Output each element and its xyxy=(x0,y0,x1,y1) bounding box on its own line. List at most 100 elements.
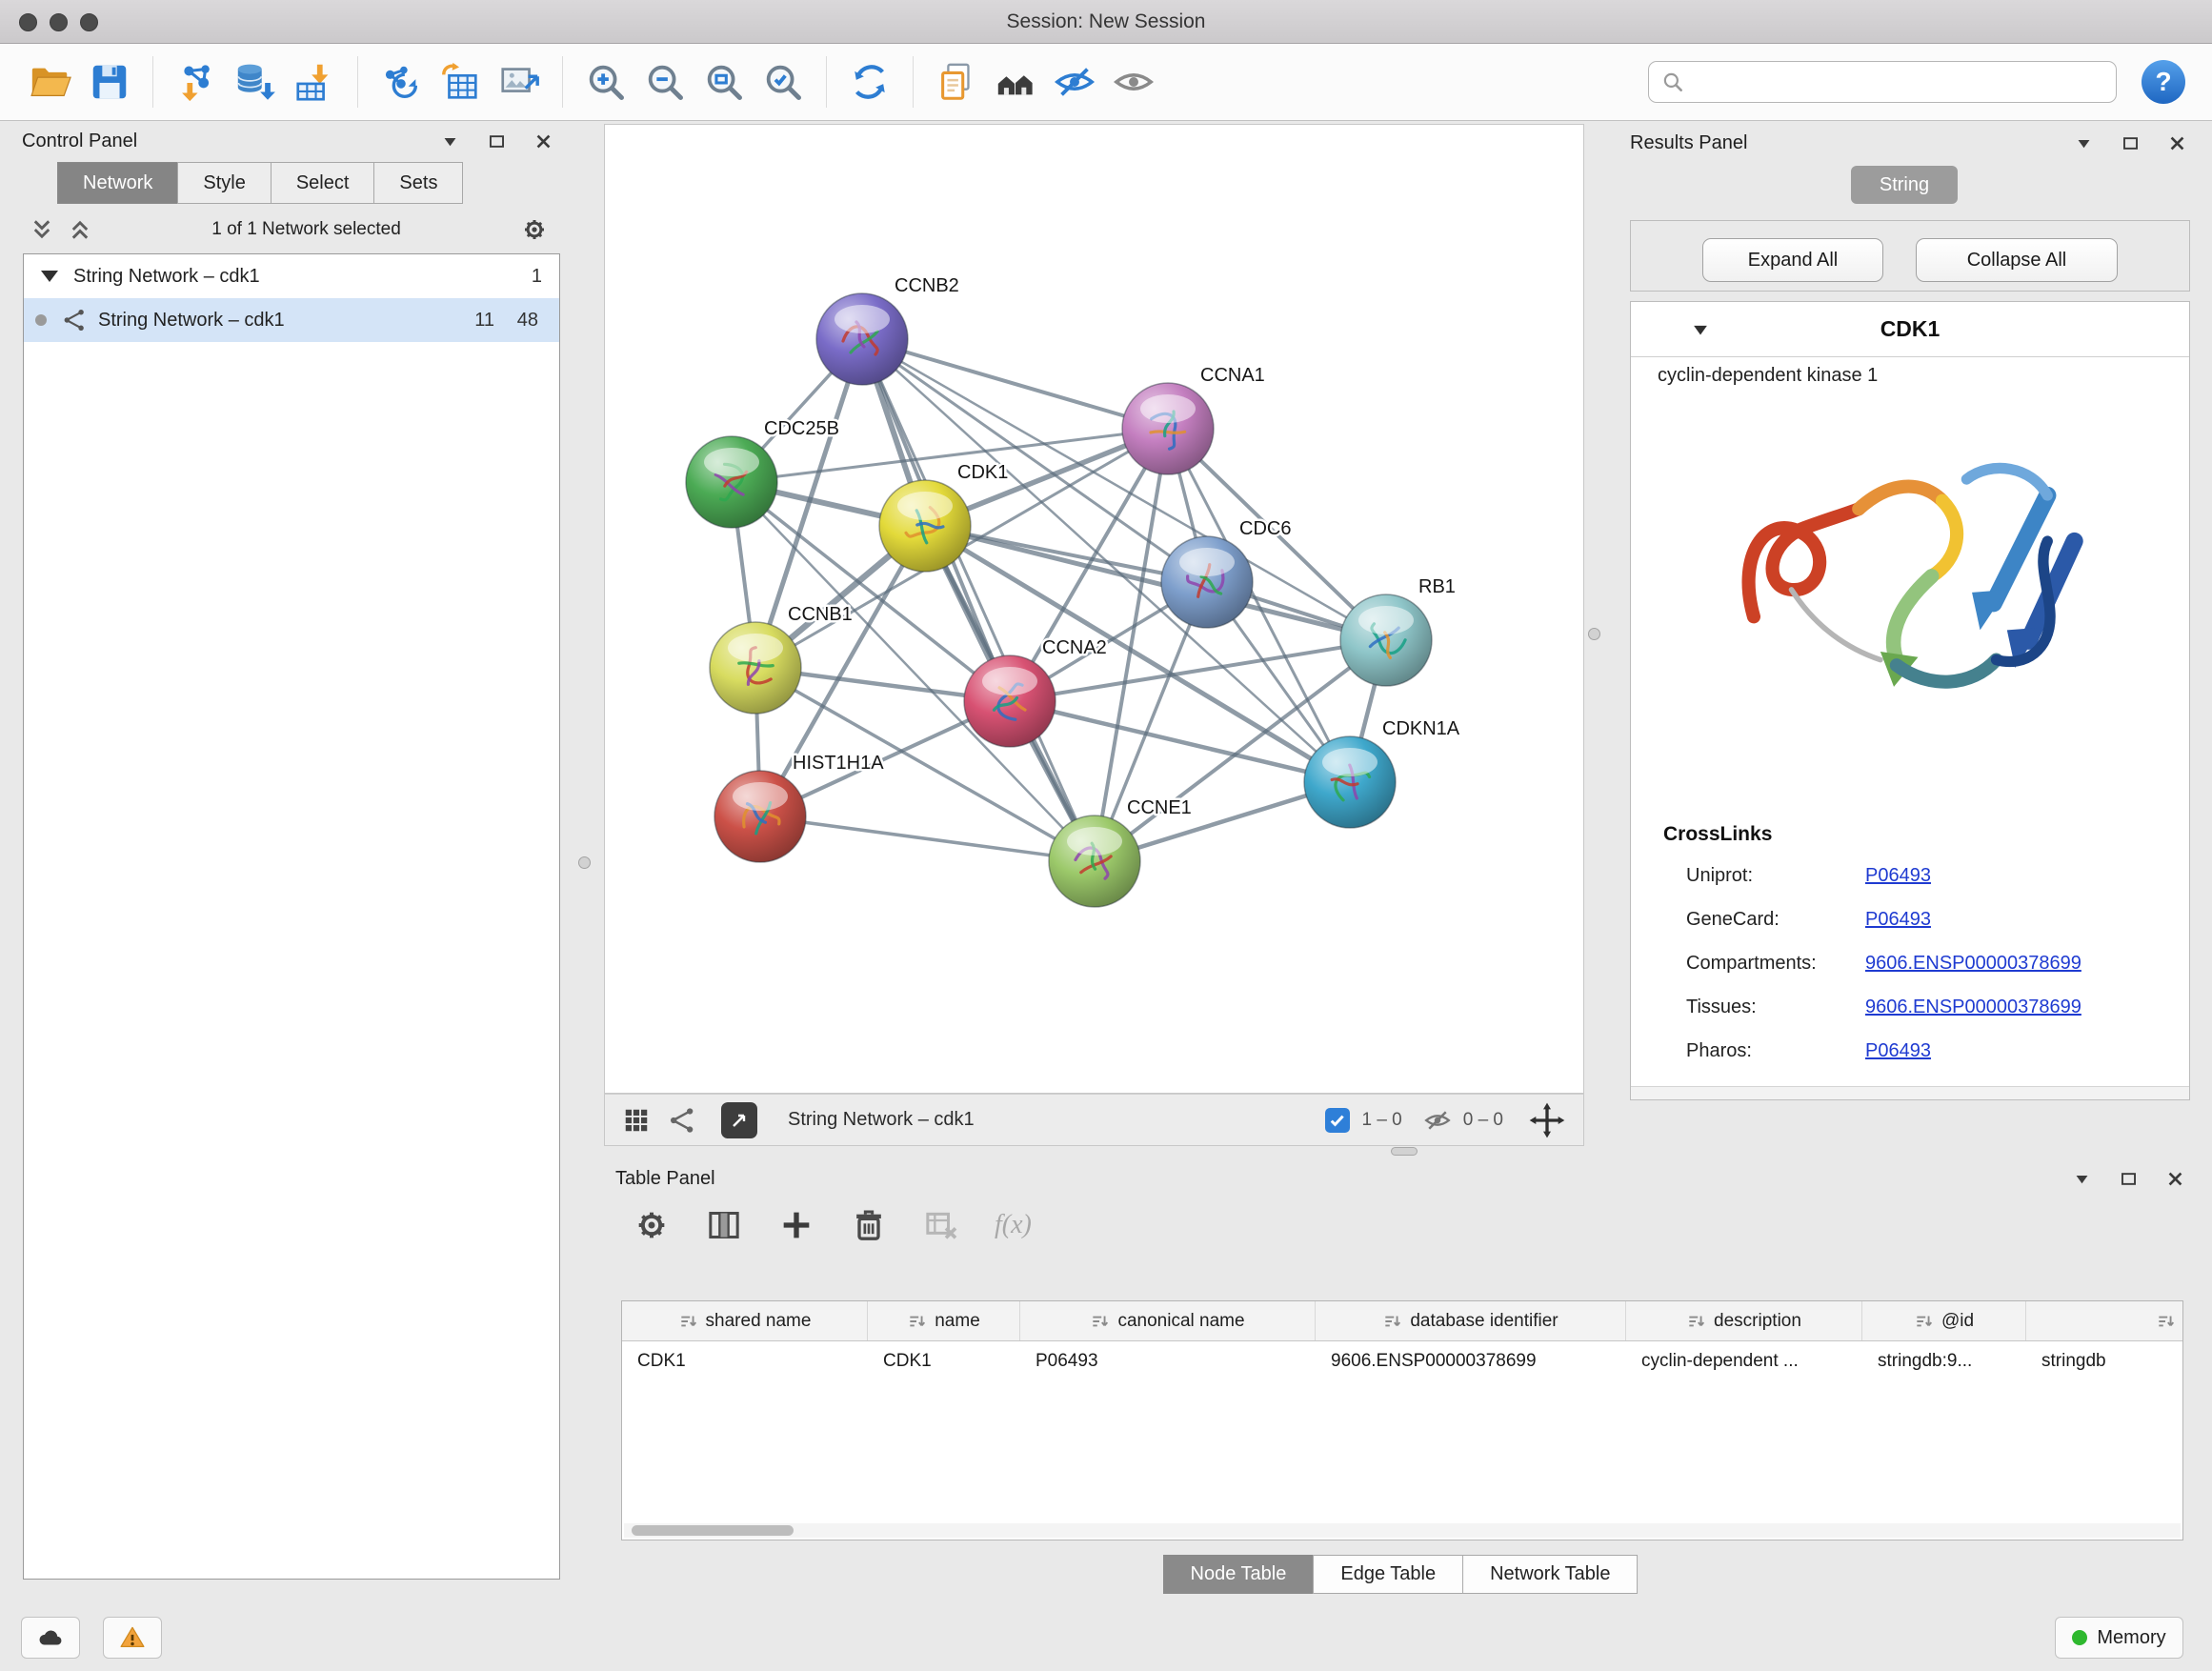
network-node-ccne1[interactable] xyxy=(1049,815,1140,907)
tab-network[interactable]: Network xyxy=(57,162,178,204)
delete-trash-icon[interactable] xyxy=(850,1206,888,1244)
column-header[interactable]: description xyxy=(1626,1301,1862,1340)
show-home-button[interactable] xyxy=(986,52,1045,111)
grid-view-icon[interactable] xyxy=(622,1106,651,1135)
left-splitter-handle[interactable] xyxy=(578,856,591,869)
detach-view-button[interactable] xyxy=(721,1102,757,1138)
network-node-ccnb2[interactable] xyxy=(816,293,908,385)
right-splitter-handle[interactable] xyxy=(1588,628,1600,640)
crosslink-link[interactable]: P06493 xyxy=(1865,865,1931,887)
network-node-cdk1[interactable] xyxy=(879,480,971,572)
close-panel-icon[interactable] xyxy=(534,132,553,151)
pan-crosshair-icon[interactable] xyxy=(1528,1101,1566,1139)
search-icon xyxy=(1660,70,1685,94)
panel-menu-arrow-icon[interactable] xyxy=(441,132,459,151)
tab-network-table[interactable]: Network Table xyxy=(1462,1555,1638,1594)
crosslink-link[interactable]: P06493 xyxy=(1865,1040,1931,1062)
network-row-selected[interactable]: String Network – cdk1 11 48 xyxy=(24,298,559,342)
cloud-status-button[interactable] xyxy=(21,1617,80,1659)
tab-sets[interactable]: Sets xyxy=(373,162,463,204)
table-gear-icon[interactable] xyxy=(633,1206,671,1244)
export-image-button[interactable] xyxy=(490,52,549,111)
panel-menu-arrow-icon[interactable] xyxy=(2073,1170,2091,1188)
tab-style[interactable]: Style xyxy=(177,162,271,204)
clone-network-button[interactable] xyxy=(372,52,431,111)
network-collection-row[interactable]: String Network – cdk1 1 xyxy=(24,254,559,298)
bottom-splitter-handle[interactable] xyxy=(1391,1147,1418,1156)
column-header[interactable]: namespace xyxy=(2026,1301,2183,1340)
network-node-hist1h1a[interactable] xyxy=(714,771,806,862)
network-node-ccna1[interactable] xyxy=(1122,383,1214,474)
database-import-icon xyxy=(233,60,277,104)
scrollbar-thumb[interactable] xyxy=(632,1525,794,1536)
selected-checkbox-icon[interactable] xyxy=(1325,1108,1350,1133)
show-all-button[interactable] xyxy=(1104,52,1163,111)
search-input-box[interactable] xyxy=(1648,61,2117,103)
share-view-icon[interactable] xyxy=(668,1106,696,1135)
zoom-fit-button[interactable] xyxy=(694,52,754,111)
insert-column-icon[interactable] xyxy=(705,1206,743,1244)
help-button[interactable]: ? xyxy=(2142,60,2185,104)
network-node-cdkn1a[interactable] xyxy=(1304,736,1396,828)
import-network-file-button[interactable] xyxy=(167,52,226,111)
expand-all-button[interactable]: Expand All xyxy=(1702,238,1883,282)
column-header[interactable]: name xyxy=(868,1301,1020,1340)
import-network-database-button[interactable] xyxy=(226,52,285,111)
column-header[interactable]: canonical name xyxy=(1020,1301,1316,1340)
memory-button[interactable]: Memory xyxy=(2055,1617,2183,1659)
copy-page-icon xyxy=(935,60,978,104)
float-panel-icon[interactable] xyxy=(488,132,506,151)
add-icon[interactable] xyxy=(777,1206,815,1244)
network-node-rb1[interactable] xyxy=(1340,594,1432,686)
zoom-out-button[interactable] xyxy=(635,52,694,111)
hide-selected-button[interactable] xyxy=(1045,52,1104,111)
crosslink-link[interactable]: 9606.ENSP00000378699 xyxy=(1865,997,2081,1018)
refresh-view-button[interactable] xyxy=(840,52,899,111)
gear-icon[interactable] xyxy=(520,215,549,244)
tab-string[interactable]: String xyxy=(1851,166,1958,204)
close-window-button[interactable] xyxy=(19,13,37,31)
import-table-button[interactable] xyxy=(285,52,344,111)
column-header[interactable]: @id xyxy=(1862,1301,2026,1340)
crosslink-link[interactable]: P06493 xyxy=(1865,909,1931,931)
node-table[interactable]: shared name name canonical name database… xyxy=(621,1300,2183,1540)
table-row[interactable]: CDK1 CDK1 P06493 9606.ENSP00000378699 cy… xyxy=(622,1341,2182,1381)
crosslink-link[interactable]: 9606.ENSP00000378699 xyxy=(1865,953,2081,975)
network-node-ccnb1[interactable] xyxy=(710,622,801,714)
save-session-button[interactable] xyxy=(80,52,139,111)
gene-section-header[interactable]: CDK1 xyxy=(1631,302,2189,357)
tab-select[interactable]: Select xyxy=(271,162,375,204)
warnings-button[interactable] xyxy=(103,1617,162,1659)
new-table-button[interactable] xyxy=(431,52,490,111)
open-session-button[interactable] xyxy=(21,52,80,111)
close-panel-icon[interactable] xyxy=(2168,134,2186,152)
collapse-all-icon[interactable] xyxy=(30,217,54,242)
tab-node-table[interactable]: Node Table xyxy=(1163,1555,1315,1594)
zoom-selected-button[interactable] xyxy=(754,52,813,111)
column-header[interactable]: shared name xyxy=(622,1301,868,1340)
close-panel-icon[interactable] xyxy=(2166,1170,2184,1188)
collapse-section-arrow-icon[interactable] xyxy=(1690,319,1711,340)
zoom-in-button[interactable] xyxy=(576,52,635,111)
network-node-cdc6[interactable] xyxy=(1161,536,1253,628)
column-header[interactable]: database identifier xyxy=(1316,1301,1626,1340)
results-horizontal-scrollbar[interactable] xyxy=(1631,1086,2189,1099)
copy-button[interactable] xyxy=(927,52,986,111)
expand-all-icon[interactable] xyxy=(68,217,92,242)
panel-menu-arrow-icon[interactable] xyxy=(2075,134,2093,152)
minimize-window-button[interactable] xyxy=(50,13,68,31)
search-input[interactable] xyxy=(1693,70,2104,94)
network-canvas[interactable]: CCNB2CCNA1CDC25BCDK1CDC6RB1CCNB1CCNA2CDK… xyxy=(604,124,1584,1094)
tree-expand-arrow-icon[interactable] xyxy=(41,271,58,282)
zoom-window-button[interactable] xyxy=(80,13,98,31)
network-node-cdc25b[interactable] xyxy=(686,436,777,528)
network-graph[interactable]: CCNB2CCNA1CDC25BCDK1CDC6RB1CCNB1CCNA2CDK… xyxy=(605,125,1583,1093)
collapse-all-button[interactable]: Collapse All xyxy=(1916,238,2118,282)
results-panel: Results Panel String Expand All Collapse… xyxy=(1622,124,2198,1115)
tab-edge-table[interactable]: Edge Table xyxy=(1313,1555,1463,1594)
table-horizontal-scrollbar[interactable] xyxy=(624,1523,2181,1538)
network-node-ccna2[interactable] xyxy=(964,655,1056,747)
node-label-ccnb2: CCNB2 xyxy=(895,275,959,296)
float-panel-icon[interactable] xyxy=(2120,1170,2138,1188)
float-panel-icon[interactable] xyxy=(2122,134,2140,152)
